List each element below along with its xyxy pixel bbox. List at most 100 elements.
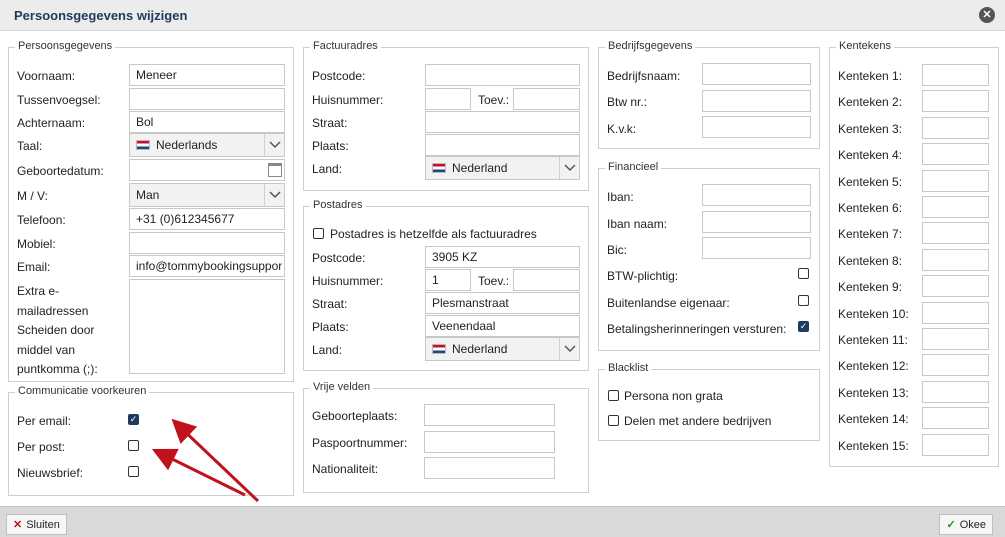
btw-label: Btw nr.: [607,95,648,109]
kenteken-field[interactable] [922,275,989,298]
kenteken-field[interactable] [922,380,989,403]
mv-value: Man [136,188,160,202]
chevron-down-icon[interactable] [559,157,579,179]
kenteken-field[interactable] [922,248,989,271]
kenteken-label: Kenteken 6: [838,201,903,215]
kenteken-field[interactable] [922,90,989,113]
p-toev-label: Toev.: [478,274,510,288]
nationaliteit-label: Nationaliteit: [312,462,379,476]
tussenvoegsel-label: Tussenvoegsel: [17,93,101,107]
extra-emails-field[interactable] [129,279,285,374]
bedrijfsnaam-label: Bedrijfsnaam: [607,69,681,83]
p-huisnummer-field[interactable]: 1 [425,269,471,291]
mv-select[interactable]: Man [129,183,285,207]
p-toev-field[interactable] [513,269,580,291]
btw-field[interactable] [702,90,811,112]
okee-button[interactable]: ✓ Okee [939,514,993,535]
chevron-down-icon[interactable] [264,134,284,156]
arrow-per-email [171,418,260,503]
taal-label: Taal: [17,139,43,153]
tussenvoegsel-field[interactable] [129,88,285,110]
legend-blacklist: Blacklist [605,362,652,374]
dialog-footer: ✕ Sluiten ✓ Okee [0,506,1005,537]
p-plaats-field[interactable]: Veenendaal [425,315,580,337]
email-field[interactable]: info@tommybookingsuppor [129,255,285,277]
kenteken-field[interactable] [922,116,989,139]
p-plaats-label: Plaats: [312,320,349,334]
p-postcode-field[interactable]: 3905 KZ [425,246,580,268]
per-email-checkbox[interactable]: ✓ [128,414,139,425]
non-grata-checkbox[interactable] [608,390,619,401]
f-postcode-label: Postcode: [312,69,366,83]
taal-select[interactable]: Nederlands [129,133,285,157]
f-toev-field[interactable] [513,88,580,110]
fieldset-blacklist: Blacklist [598,362,820,441]
chevron-down-icon[interactable] [264,184,284,206]
kenteken-field[interactable] [922,169,989,192]
non-grata-label: Persona non grata [624,389,723,403]
kenteken-field[interactable] [922,354,989,377]
calendar-icon[interactable] [268,163,282,177]
close-icon[interactable]: ✕ [979,7,995,23]
same-address-checkbox[interactable] [313,228,324,239]
per-post-label: Per post: [17,440,66,454]
herinneringen-checkbox[interactable]: ✓ [798,321,809,332]
kenteken-field[interactable] [922,301,989,324]
paspoortnummer-label: Paspoortnummer: [312,436,408,450]
f-postcode-field[interactable] [425,64,580,86]
delen-checkbox[interactable] [608,415,619,426]
geboortedatum-field[interactable] [129,159,285,181]
mobiel-field[interactable] [129,232,285,254]
mv-label: M / V: [17,189,48,203]
nieuwsbrief-checkbox[interactable] [128,466,139,477]
p-land-select[interactable]: Nederland [425,337,580,361]
achternaam-field[interactable]: Bol [129,111,285,133]
checkmark-icon: ✓ [946,519,956,531]
f-straat-field[interactable] [425,111,580,133]
chevron-down-icon[interactable] [559,338,579,360]
kenteken-field[interactable] [922,433,989,456]
bedrijfsnaam-field[interactable] [702,63,811,85]
iban-naam-field[interactable] [702,211,811,233]
paspoortnummer-field[interactable] [424,431,555,453]
per-post-checkbox[interactable] [128,440,139,451]
flag-nl-icon [432,163,446,173]
kenteken-field[interactable] [922,64,989,86]
kenteken-label: Kenteken 8: [838,253,903,268]
f-plaats-label: Plaats: [312,139,349,153]
f-huisnummer-field[interactable] [425,88,471,110]
sluiten-button[interactable]: ✕ Sluiten [6,514,67,535]
nationaliteit-field[interactable] [424,457,555,479]
kenteken-label: Kenteken 10: [838,306,909,321]
legend-financieel: Financieel [605,161,662,173]
legend-bedrijfsgegevens: Bedrijfsgegevens [605,40,696,52]
buitenlandse-checkbox[interactable] [798,295,809,306]
f-plaats-field[interactable] [425,134,580,156]
nieuwsbrief-label: Nieuwsbrief: [17,466,84,480]
kvk-field[interactable] [702,116,811,138]
kenteken-field[interactable] [922,328,989,350]
kenteken-label: Kenteken 11: [838,333,908,347]
p-land-label: Land: [312,343,343,357]
legend-persoonsgegevens: Persoonsgegevens [15,40,116,52]
kenteken-field[interactable] [922,222,989,245]
f-land-value: Nederland [452,161,508,175]
p-straat-field[interactable]: Plesmanstraat [425,292,580,314]
kenteken-label: Kenteken 4: [838,148,903,163]
bic-field[interactable] [702,237,811,259]
legend-factuuradres: Factuuradres [310,40,381,52]
kenteken-label: Kenteken 14: [838,412,909,427]
btw-plichtig-checkbox[interactable] [798,268,809,279]
legend-vrije-velden: Vrije velden [310,381,374,393]
kenteken-field[interactable] [922,196,989,218]
f-land-select[interactable]: Nederland [425,156,580,180]
voornaam-label: Voornaam: [17,69,76,83]
bic-label: Bic: [607,243,628,257]
voornaam-field[interactable]: Meneer [129,64,285,86]
iban-field[interactable] [702,184,811,206]
telefoon-field[interactable]: +31 (0)612345677 [129,208,285,230]
geboorteplaats-field[interactable] [424,404,555,426]
kenteken-field[interactable] [922,143,989,166]
p-huisnummer-label: Huisnummer: [312,274,384,288]
kenteken-field[interactable] [922,407,989,430]
